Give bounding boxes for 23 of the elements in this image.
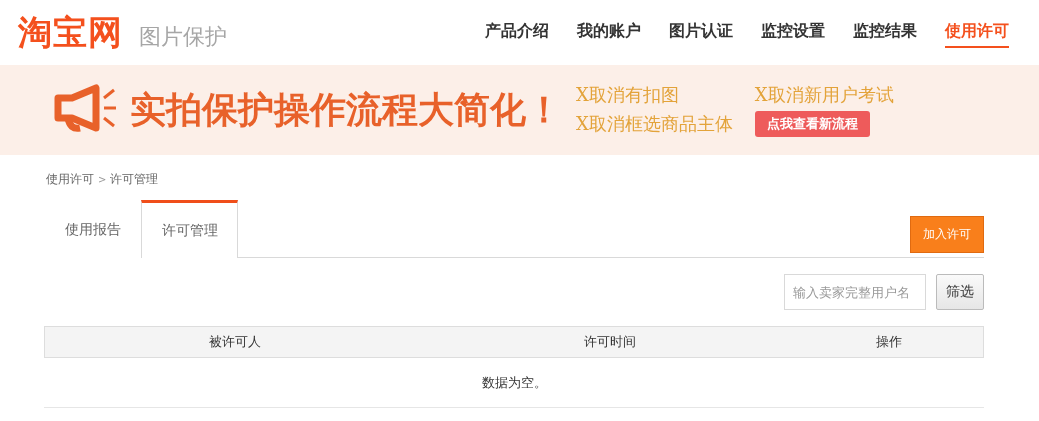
tab[interactable]: 许可管理	[141, 200, 238, 258]
column-header: 被许可人	[208, 333, 262, 351]
nav-link[interactable]: 产品介绍	[485, 17, 549, 48]
nav-link[interactable]: 监控结果	[853, 17, 917, 48]
breadcrumb-separator: >	[98, 174, 107, 185]
seller-name-field[interactable]: 输入卖家完整用户名	[784, 274, 926, 310]
view-flow-button[interactable]: 点我查看新流程	[754, 111, 870, 137]
empty-message: 数据为空。	[481, 373, 547, 392]
nav-link[interactable]: 监控设置	[761, 17, 825, 48]
banner-point: X取消新用户考试	[754, 83, 894, 107]
nav-link[interactable]: 使用许可	[945, 17, 1009, 48]
banner-point: X取消框选商品主体	[576, 112, 733, 136]
nav-link[interactable]: 图片认证	[669, 17, 733, 48]
banner-point: X取消有扣图	[576, 83, 680, 107]
breadcrumb-link[interactable]: 使用许可	[46, 171, 94, 188]
banner-headline: 实拍保护操作流程大简化！	[130, 87, 562, 132]
nav-link[interactable]: 我的账户	[577, 17, 641, 48]
logo[interactable]: 淘宝网	[18, 9, 123, 56]
breadcrumb-link[interactable]: 许可管理	[110, 171, 159, 188]
site-subtitle: 图片保护	[139, 22, 227, 51]
column-header: 操作	[875, 333, 903, 351]
column-header: 许可时间	[583, 333, 637, 351]
filter-button[interactable]: 筛选	[936, 274, 984, 310]
